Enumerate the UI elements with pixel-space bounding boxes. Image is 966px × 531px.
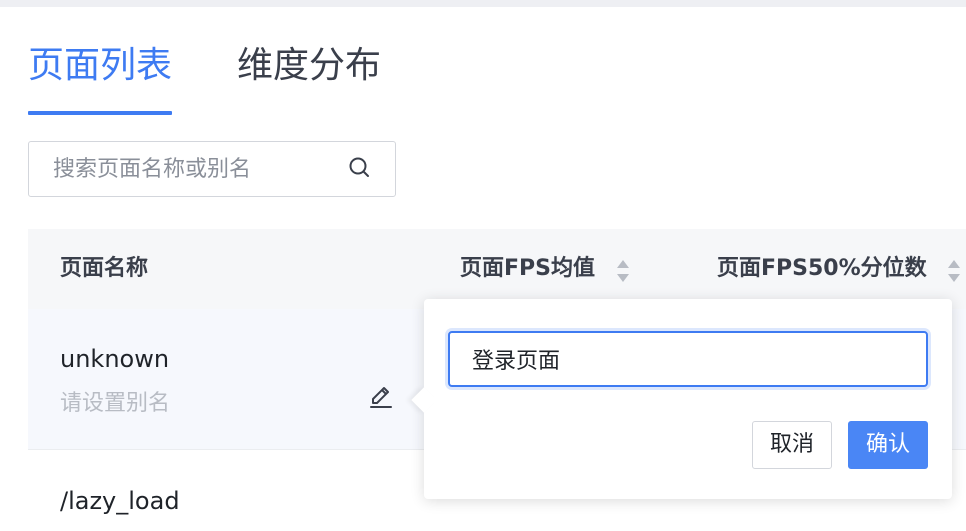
sort-icon[interactable] — [615, 257, 631, 285]
edit-icon[interactable] — [367, 383, 395, 411]
column-header-page-name: 页面名称 — [60, 256, 149, 281]
page-name: /lazy_load — [60, 487, 180, 515]
tab-page-list[interactable]: 页面列表 — [28, 38, 172, 94]
column-header-fps-p50[interactable]: 页面FPS50%分位数 — [717, 229, 927, 309]
alias-placeholder: 请设置别名 — [60, 391, 171, 416]
table-header: 页面名称 页面FPS均值 页面FPS50%分位数 — [28, 229, 966, 309]
search-input[interactable] — [29, 142, 339, 196]
sort-icon[interactable] — [946, 257, 962, 285]
alias-edit-popover: 取消 确认 — [411, 299, 952, 499]
search-icon[interactable] — [347, 155, 373, 181]
alias-input[interactable] — [448, 331, 928, 387]
column-header-fps-mean[interactable]: 页面FPS均值 — [460, 229, 595, 309]
tab-dimension-distribution[interactable]: 维度分布 — [237, 38, 381, 94]
page-name: unknown — [60, 345, 170, 373]
confirm-button[interactable]: 确认 — [848, 421, 928, 469]
active-tab-indicator — [28, 111, 172, 115]
search-box — [28, 141, 396, 197]
cancel-button[interactable]: 取消 — [752, 421, 832, 469]
top-bar — [0, 0, 966, 7]
